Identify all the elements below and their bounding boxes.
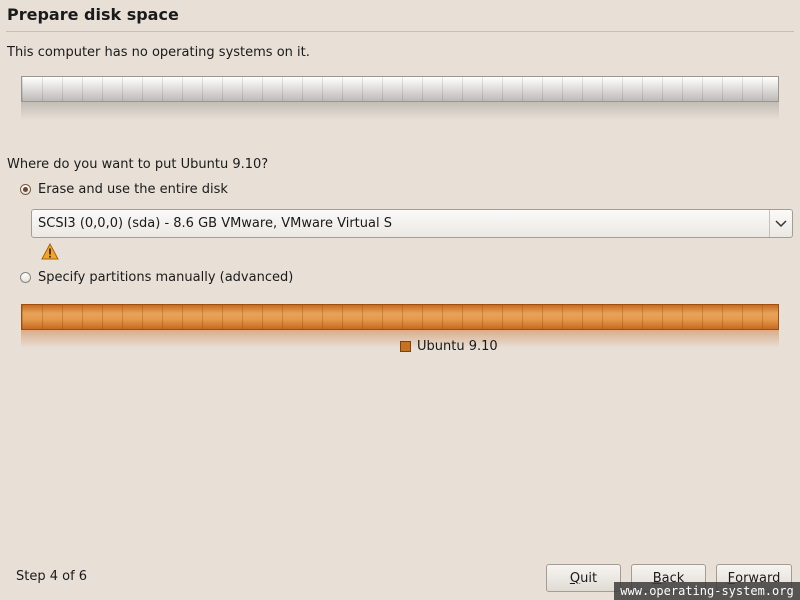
manual-partition-option[interactable]: Specify partitions manually (advanced) — [20, 270, 293, 285]
current-disk-bar — [21, 76, 779, 120]
title-divider — [6, 31, 794, 32]
current-disk-bar-reflection — [21, 102, 779, 120]
current-disk-bar-fill — [21, 76, 779, 102]
site-watermark: www.operating-system.org — [614, 582, 800, 600]
legend-swatch — [400, 341, 411, 352]
manual-partition-label[interactable]: Specify partitions manually (advanced) — [38, 270, 293, 285]
quit-mnemonic: Q — [569, 570, 581, 586]
chevron-down-icon[interactable] — [769, 210, 792, 237]
intro-text: This computer has no operating systems o… — [7, 45, 310, 60]
new-disk-bar-fill — [21, 304, 779, 330]
manual-partition-radio[interactable] — [20, 272, 31, 283]
legend-label: Ubuntu 9.10 — [417, 339, 498, 354]
erase-disk-radio[interactable] — [20, 184, 31, 195]
page-title: Prepare disk space — [7, 5, 179, 24]
quit-label-rest: uit — [580, 570, 598, 586]
disk-legend: Ubuntu 9.10 — [400, 339, 498, 354]
step-indicator: Step 4 of 6 — [16, 569, 88, 584]
quit-button[interactable]: Quit — [546, 564, 621, 592]
erase-disk-label[interactable]: Erase and use the entire disk — [38, 182, 228, 197]
install-question: Where do you want to put Ubuntu 9.10? — [7, 157, 269, 172]
warning-triangle-icon — [41, 242, 59, 260]
disk-select[interactable]: SCSI3 (0,0,0) (sda) - 8.6 GB VMware, VMw… — [31, 209, 793, 238]
erase-disk-option[interactable]: Erase and use the entire disk — [20, 182, 228, 197]
disk-select-value[interactable]: SCSI3 (0,0,0) (sda) - 8.6 GB VMware, VMw… — [32, 216, 769, 231]
